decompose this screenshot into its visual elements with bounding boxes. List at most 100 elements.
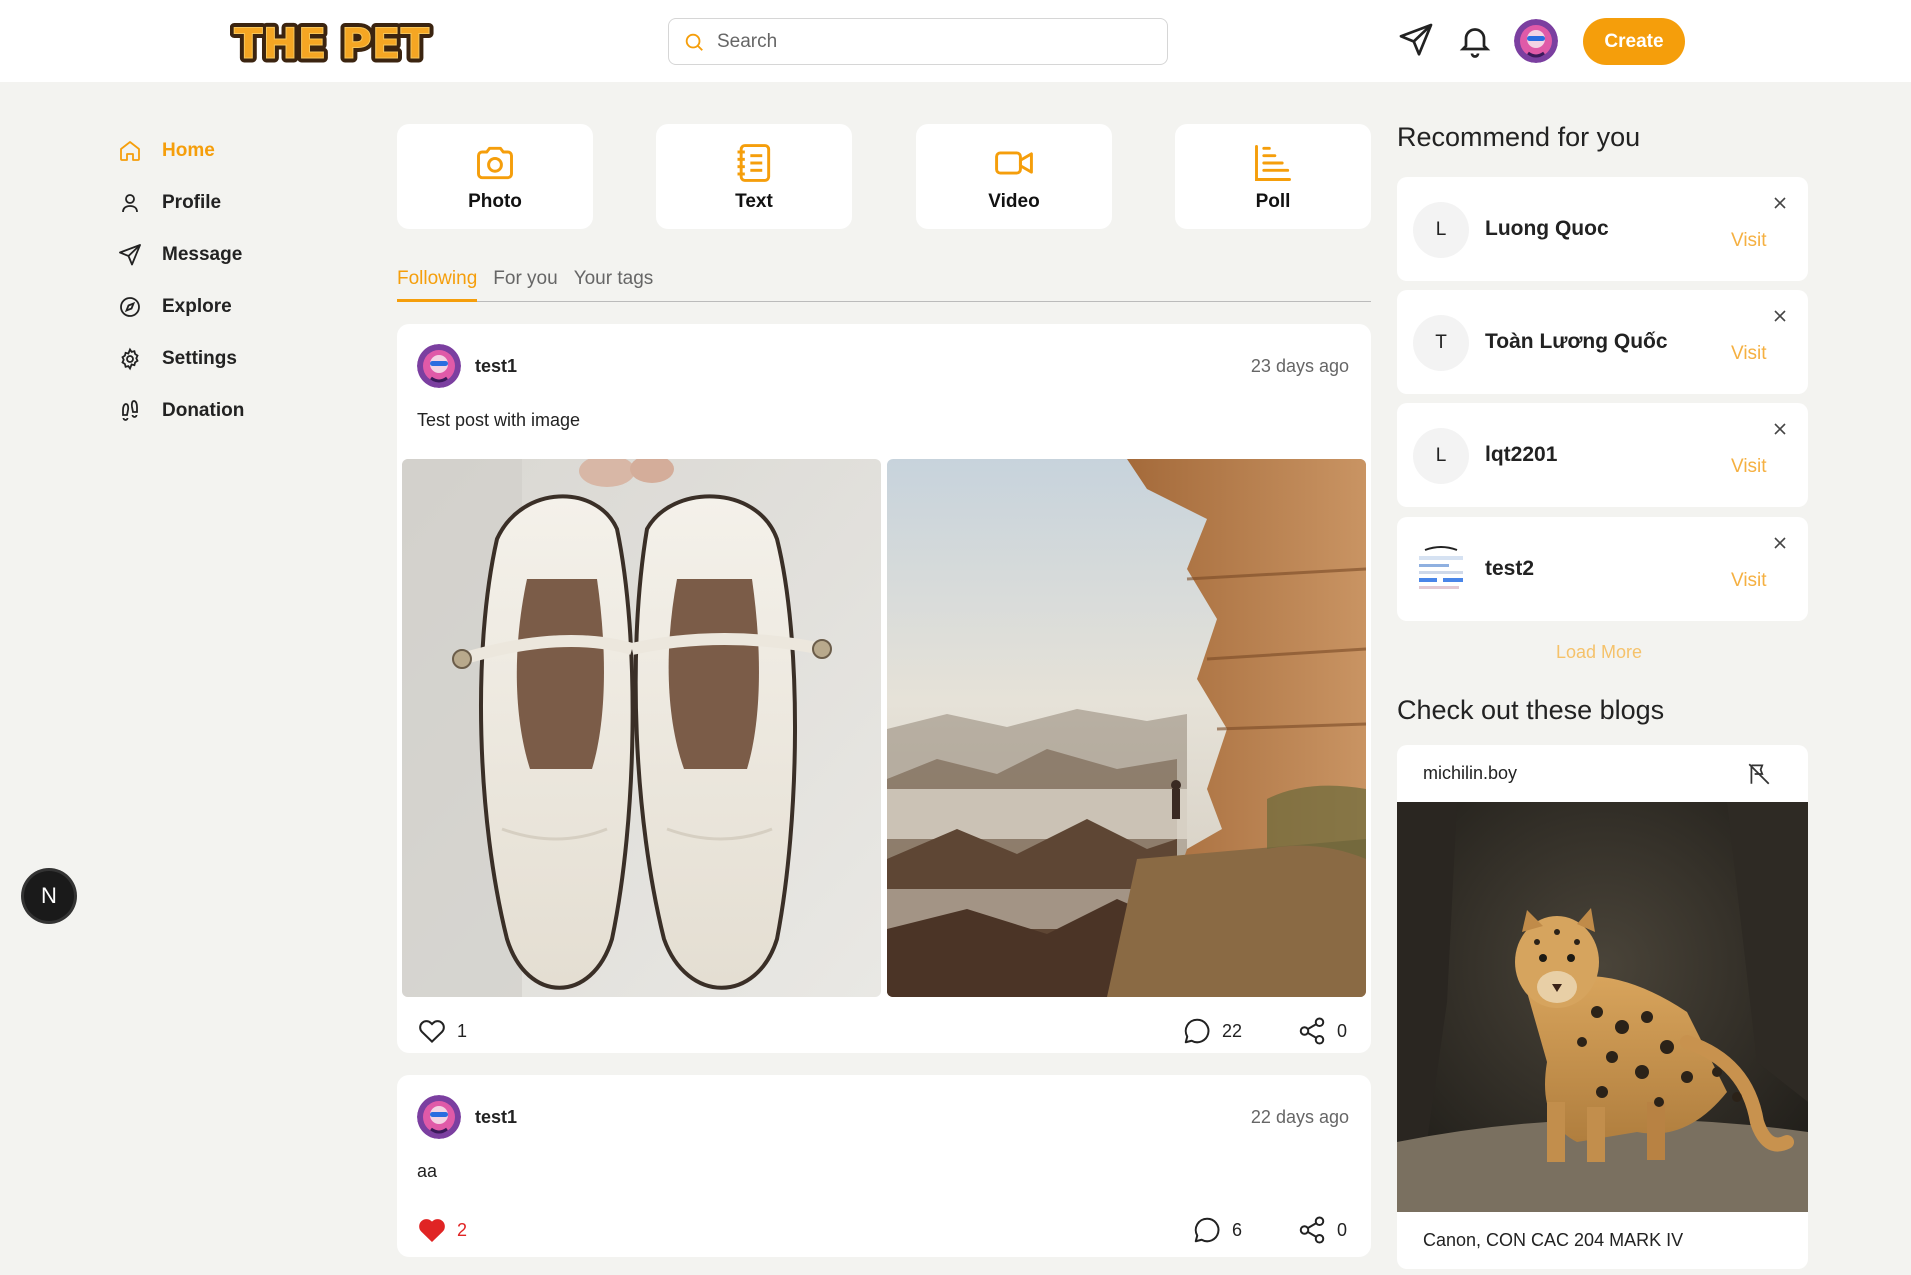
like-button[interactable]: 1 [417,1016,467,1046]
share-count: 0 [1337,1219,1348,1240]
visit-button[interactable]: Visit [1731,570,1767,592]
post-author-name[interactable]: test1 [475,356,517,377]
create-video-post-button[interactable]: Video [916,124,1112,229]
close-icon[interactable] [1770,306,1790,326]
sidebar-item-label: Message [162,244,243,265]
like-button[interactable]: 2 [417,1215,467,1245]
recommend-name[interactable]: Luong Quoc [1485,217,1609,241]
search-icon [683,31,705,53]
search-input[interactable] [717,30,1137,53]
flag-off-icon[interactable] [1746,761,1772,787]
recommend-title: Recommend for you [1397,122,1641,152]
sidebar-item-home[interactable]: Home [118,125,358,177]
home-icon [118,139,142,163]
post-author-avatar[interactable] [417,1095,461,1139]
video-icon [992,141,1036,185]
visit-button[interactable]: Visit [1731,456,1767,478]
tab-for-you[interactable]: For you [493,262,557,302]
share-icon [1297,1016,1327,1046]
load-more-button[interactable]: Load More [1556,642,1642,663]
close-icon[interactable] [1770,533,1790,553]
visit-button[interactable]: Visit [1731,343,1767,365]
sidebar-item-message[interactable]: Message [118,229,358,281]
recommend-name[interactable]: test2 [1485,557,1534,581]
visit-button[interactable]: Visit [1731,230,1767,252]
notebook-icon [732,141,776,185]
sidebar-item-label: Donation [162,400,245,421]
sidebar-item-label: Home [162,140,215,161]
tab-following[interactable]: Following [397,262,478,302]
blogs-title: Check out these blogs [1397,695,1665,725]
close-icon[interactable] [1770,193,1790,213]
sidebar-item-settings[interactable]: Settings [118,333,358,385]
send-icon[interactable] [1398,22,1434,58]
send-icon [118,243,142,267]
post-type-label: Photo [468,190,522,212]
recommend-card: test2 Visit [1397,517,1808,621]
recommend-name[interactable]: Toàn Lương Quốc [1485,330,1668,354]
share-button[interactable]: 0 [1297,1016,1347,1046]
post-header: test1 [417,344,517,388]
feed-tabs: Following For you Your tags [397,262,1371,302]
recommend-name[interactable]: lqt2201 [1485,443,1557,467]
sidebar-item-label: Settings [162,348,237,369]
post-author-avatar[interactable] [417,344,461,388]
share-icon [1297,1215,1327,1245]
recommend-avatar-image[interactable] [1413,542,1469,598]
comment-icon [1182,1016,1212,1046]
like-count: 2 [457,1219,468,1240]
create-poll-post-button[interactable]: Poll [1175,124,1371,229]
post-timestamp: 23 days ago [1250,356,1349,376]
recommend-avatar[interactable]: L [1413,202,1469,258]
post-type-label: Video [988,190,1040,212]
blog-author-name[interactable]: michilin.boy [1423,763,1517,784]
comment-button[interactable]: 22 [1182,1016,1242,1046]
post-image-shoes[interactable] [402,459,881,997]
post-text: aa [417,1161,438,1181]
recommend-avatar[interactable]: L [1413,428,1469,484]
comment-count: 22 [1222,1020,1243,1041]
create-button[interactable]: Create [1583,18,1685,65]
comment-button[interactable]: 6 [1192,1215,1242,1245]
comment-count: 6 [1232,1219,1243,1240]
post-author-name[interactable]: test1 [475,1107,517,1128]
post-image-canyon[interactable] [887,459,1366,997]
blog-image-leopard[interactable] [1397,802,1808,1212]
like-count: 1 [457,1020,468,1041]
top-bar: THE PET THE PET Create [0,0,1911,82]
compass-icon [118,295,142,319]
post-text: Test post with image [417,410,581,430]
recommend-card: T Toàn Lương Quốc Visit [1397,290,1808,394]
comment-icon [1192,1215,1222,1245]
share-button[interactable]: 0 [1297,1215,1347,1245]
bell-icon[interactable] [1457,22,1493,58]
recommend-card: L Luong Quoc Visit [1397,177,1808,281]
create-photo-post-button[interactable]: Photo [397,124,593,229]
sidebar-item-label: Explore [162,296,232,317]
post-type-label: Text [735,190,773,212]
sidebar-item-donation[interactable]: Donation [118,385,358,437]
create-text-post-button[interactable]: Text [656,124,852,229]
bar-chart-icon [1251,141,1295,185]
nextjs-devtools-badge[interactable]: N [24,871,74,921]
heart-filled-icon [417,1215,447,1245]
sidebar-item-profile[interactable]: Profile [118,177,358,229]
recommend-avatar[interactable]: T [1413,315,1469,371]
recommend-card: L lqt2201 Visit [1397,403,1808,507]
footprints-icon [118,399,142,423]
post-card: test1 22 days ago aa 2 6 0 [397,1075,1371,1257]
post-card: test1 23 days ago Test post with image 1… [397,324,1371,1053]
user-avatar[interactable] [1514,19,1558,63]
sidebar-nav: Home Profile Message Explore Settings Do… [118,125,358,437]
camera-icon [473,141,517,185]
sidebar-item-explore[interactable]: Explore [118,281,358,333]
svg-text:THE PET: THE PET [234,19,430,68]
brand-logo[interactable]: THE PET THE PET [230,12,435,71]
heart-outline-icon [417,1016,447,1046]
close-icon[interactable] [1770,419,1790,439]
post-type-label: Poll [1255,190,1291,212]
search-box[interactable] [668,18,1168,65]
tab-your-tags[interactable]: Your tags [574,262,654,302]
blog-card: michilin.boy Canon, CON CAC 204 MARK IV [1397,745,1808,1269]
share-count: 0 [1337,1020,1348,1041]
